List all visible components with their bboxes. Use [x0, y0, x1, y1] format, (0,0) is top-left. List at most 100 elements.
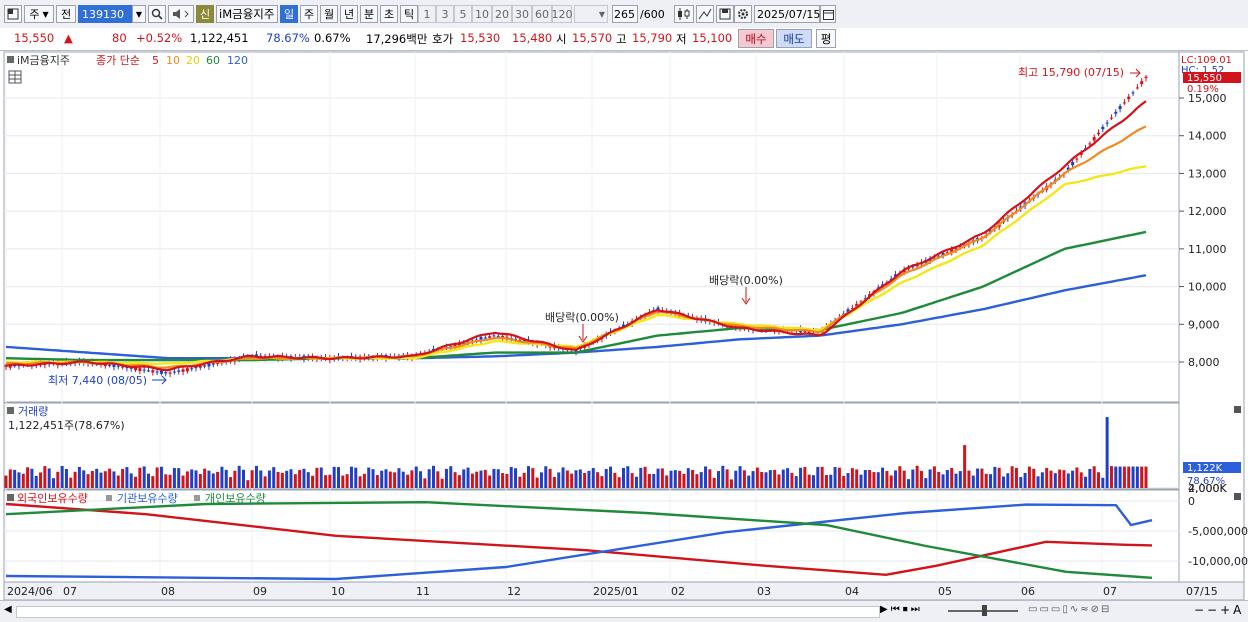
avg-button[interactable]: 평	[816, 29, 836, 48]
volume-bar	[1092, 466, 1096, 488]
volume-bar	[1062, 470, 1066, 488]
open-label: 시	[556, 32, 567, 46]
drawing-tool-icon[interactable]	[696, 5, 714, 23]
gear-icon[interactable]	[734, 5, 752, 23]
panel-handle-icon[interactable]	[7, 56, 14, 63]
volume-bar	[397, 468, 401, 488]
volume-bar	[492, 468, 496, 488]
volume-bar	[544, 466, 548, 488]
tab-period-week[interactable]: 주	[300, 5, 318, 23]
interval-custom-select[interactable]: ▼	[574, 5, 608, 23]
volume-bar	[717, 471, 720, 488]
interval-30[interactable]: 30	[512, 5, 532, 23]
low-label: 저	[676, 32, 687, 46]
sell-button[interactable]: 매도	[776, 29, 812, 48]
volume-bar	[647, 473, 651, 488]
volume-bar	[39, 472, 43, 488]
stock-code-input[interactable]: 139130	[78, 5, 132, 23]
code-dropdown-icon[interactable]: ▼	[132, 5, 146, 23]
volume-bar	[622, 467, 625, 488]
tab-period-tick[interactable]: 틱	[400, 5, 418, 23]
volume-bar	[989, 474, 993, 488]
window-icon[interactable]	[4, 5, 22, 23]
volume-bar	[155, 467, 159, 488]
volume-bar	[691, 469, 695, 488]
date-input[interactable]: 2025/07/15	[754, 5, 820, 23]
buy-button[interactable]: 매수	[738, 29, 774, 48]
volume-bar	[1058, 469, 1062, 488]
x-tick-label: 2025/01	[593, 585, 639, 598]
volume-bar	[380, 470, 384, 488]
volume-bar	[1071, 470, 1075, 488]
volume-bar	[337, 467, 340, 488]
candle-body	[1071, 161, 1075, 166]
stock-name-field[interactable]: iM금융지주	[216, 5, 278, 23]
scroll-track[interactable]	[16, 606, 880, 618]
speaker-icon[interactable]	[168, 5, 194, 23]
scroll-controls[interactable]: ▶⏮⏹⏭	[880, 604, 923, 615]
high-annotation: 최고 15,790 (07/15)	[1018, 66, 1124, 79]
candle-body	[483, 337, 487, 339]
table-icon[interactable]	[8, 70, 22, 84]
volume-bar	[410, 470, 414, 488]
price-panel-name: iM금융지주	[17, 54, 70, 67]
volume-bar	[254, 465, 258, 488]
volume-bar	[734, 470, 738, 488]
interval-20[interactable]: 20	[492, 5, 512, 23]
holding-tick-label: 0	[1188, 495, 1195, 508]
interval-120[interactable]: 120	[552, 5, 573, 23]
legend-institution: 기관보유수량	[117, 492, 178, 505]
volume-bar	[1066, 473, 1070, 488]
x-tick-label: 10	[331, 585, 345, 598]
volume-bar	[1006, 473, 1010, 488]
volume-bar	[1079, 472, 1083, 488]
calendar-icon[interactable]	[820, 5, 836, 23]
tab-period-minute[interactable]: 분	[360, 5, 378, 23]
volume-bar	[1097, 472, 1100, 488]
search-icon[interactable]	[148, 5, 166, 23]
volume-bar	[1144, 466, 1148, 488]
volume-bar	[134, 476, 138, 488]
panel-handle-icon[interactable]	[7, 407, 14, 414]
close-icon[interactable]	[1234, 493, 1241, 500]
interval-60[interactable]: 60	[532, 5, 552, 23]
volume-bar	[824, 475, 828, 488]
volume-bar	[596, 472, 600, 488]
volume-bar	[449, 466, 453, 488]
tab-period-month[interactable]: 월	[320, 5, 338, 23]
dividend-label-1: 배당락(0.00%)	[545, 311, 619, 324]
prev-button[interactable]: 전	[56, 5, 76, 23]
candle-icon[interactable]	[674, 5, 694, 23]
view-tool-icons[interactable]: ▭▭▭▯∿≈⊘⊟	[1028, 604, 1111, 615]
candle-body	[1131, 92, 1135, 94]
interval-10[interactable]: 10	[472, 5, 492, 23]
price-change: 80	[112, 31, 127, 45]
candle-body	[203, 365, 207, 367]
tab-period-year[interactable]: 년	[340, 5, 358, 23]
tab-period-day[interactable]: 일	[280, 5, 298, 23]
volume-bar	[522, 472, 526, 488]
interval-3[interactable]: 3	[436, 5, 454, 23]
tab-period-second[interactable]: 초	[380, 5, 398, 23]
interval-1[interactable]: 1	[418, 5, 436, 23]
volume-bar	[164, 474, 168, 488]
volume-bar	[881, 467, 885, 488]
volume-bar	[695, 474, 699, 488]
volume-bar	[371, 469, 375, 488]
volume-bar	[414, 466, 418, 488]
zoom-buttons[interactable]: −−+A	[1194, 603, 1244, 617]
volume-bar	[954, 473, 958, 488]
zoom-slider-handle[interactable]	[982, 605, 987, 616]
count-input[interactable]: 265	[612, 5, 638, 23]
save-icon[interactable]	[716, 5, 734, 23]
x-tick-label: 07	[1103, 585, 1117, 598]
panel-handle-icon[interactable]	[7, 494, 14, 501]
close-icon[interactable]	[1234, 406, 1241, 413]
interval-5[interactable]: 5	[454, 5, 472, 23]
volume-bar	[535, 477, 539, 488]
scroll-left-icon[interactable]: ◀	[4, 604, 14, 618]
volume-bar	[837, 467, 841, 488]
candle-body	[1109, 117, 1113, 119]
volume-bar	[207, 470, 211, 488]
market-select[interactable]: 주 ▼	[24, 5, 54, 23]
